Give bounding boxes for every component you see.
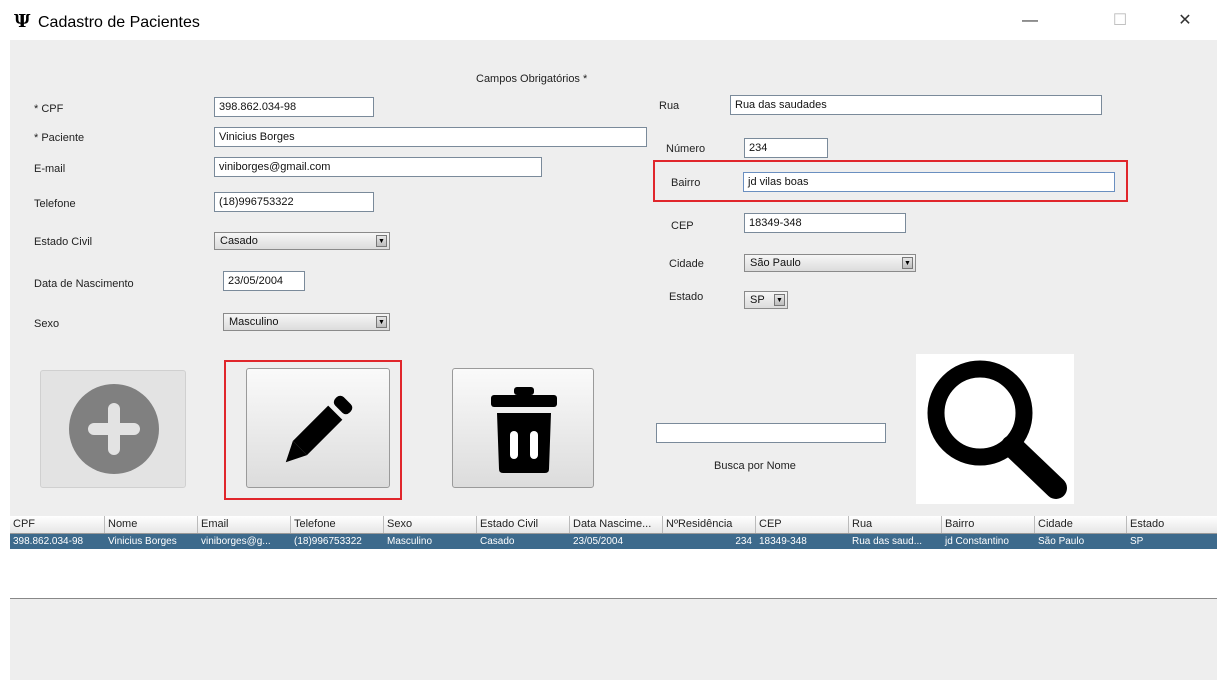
table-cell: 18349-348 <box>759 536 807 547</box>
table-cell: 398.862.034-98 <box>13 536 84 547</box>
table-cell: Casado <box>480 536 515 547</box>
column-header[interactable]: CPF <box>10 516 105 533</box>
rua-field[interactable]: Rua das saudades <box>730 95 1102 115</box>
estado-civil-label: Estado Civil <box>34 236 93 248</box>
column-header[interactable]: NºResidência <box>663 516 756 533</box>
column-header[interactable]: Bairro <box>942 516 1035 533</box>
table-cell: SP <box>1130 536 1144 547</box>
search-input[interactable] <box>656 423 886 443</box>
estado-value: SP <box>750 294 765 306</box>
cidade-value: São Paulo <box>750 257 801 269</box>
telefone-label: Telefone <box>34 198 76 210</box>
table-header: CPF Nome Email Telefone Sexo Estado Civi… <box>10 516 1217 534</box>
cpf-field[interactable]: 398.862.034-98 <box>214 97 374 117</box>
psi-app-icon: Ψ <box>14 11 31 32</box>
table-cell: São Paulo <box>1038 536 1085 547</box>
edit-button[interactable] <box>246 368 390 488</box>
add-button[interactable] <box>40 370 186 488</box>
nascimento-field[interactable]: 23/05/2004 <box>223 271 305 291</box>
column-header[interactable]: Data Nascime... <box>570 516 663 533</box>
search-button[interactable] <box>916 354 1074 504</box>
column-header[interactable]: CEP <box>756 516 849 533</box>
cep-label: CEP <box>671 220 694 232</box>
paciente-field[interactable]: Vinicius Borges <box>214 127 647 147</box>
column-header[interactable]: Estado Civil <box>477 516 570 533</box>
sexo-label: Sexo <box>34 318 60 330</box>
patients-table: CPF Nome Email Telefone Sexo Estado Civi… <box>10 516 1217 599</box>
column-header[interactable]: Nome <box>105 516 198 533</box>
form-panel: Campos Obrigatórios * * CPF 398.862.034-… <box>10 40 1217 680</box>
nascimento-label: Data de Nascimento <box>34 278 134 290</box>
sexo-select[interactable]: Masculino ▼ <box>223 313 390 331</box>
email-field[interactable]: viniborges@gmail.com <box>214 157 542 177</box>
column-header[interactable]: Email <box>198 516 291 533</box>
email-label: E-mail <box>34 163 66 175</box>
table-cell: (18)996753322 <box>294 536 362 547</box>
close-button[interactable]: ✕ <box>1165 8 1205 34</box>
telefone-field[interactable]: (18)996753322 <box>214 192 374 212</box>
bairro-field[interactable]: jd vilas boas <box>743 172 1115 192</box>
column-header[interactable]: Estado <box>1127 516 1217 533</box>
title-bar: Ψ Cadastro de Pacientes — ☐ ✕ <box>0 0 1217 40</box>
column-header[interactable]: Telefone <box>291 516 384 533</box>
numero-label: Número <box>666 143 706 155</box>
window-title: Cadastro de Pacientes <box>38 14 200 31</box>
table-cell: viniborges@g... <box>201 536 271 547</box>
estado-select[interactable]: SP ▼ <box>744 291 788 309</box>
sexo-value: Masculino <box>229 316 279 328</box>
bairro-label: Bairro <box>671 177 701 189</box>
column-header[interactable]: Rua <box>849 516 942 533</box>
rua-label: Rua <box>659 100 680 112</box>
search-label: Busca por Nome <box>714 460 796 472</box>
maximize-button[interactable]: ☐ <box>1100 8 1140 34</box>
pencil-icon <box>285 395 353 463</box>
paciente-label: * Paciente <box>34 132 85 144</box>
table-cell: 23/05/2004 <box>573 536 624 547</box>
magnifier-icon <box>927 360 1067 499</box>
chevron-down-icon: ▼ <box>376 235 387 247</box>
table-cell: Vinicius Borges <box>108 536 177 547</box>
chevron-down-icon: ▼ <box>774 294 785 306</box>
cep-field[interactable]: 18349-348 <box>744 213 906 233</box>
table-row[interactable]: 398.862.034-98 Vinicius Borges viniborge… <box>10 534 1217 549</box>
numero-field[interactable]: 234 <box>744 138 828 158</box>
table-cell: 234 <box>735 536 752 547</box>
estado-label: Estado <box>669 291 704 303</box>
trash-icon <box>491 387 557 473</box>
estado-civil-select[interactable]: Casado ▼ <box>214 232 390 250</box>
cidade-select[interactable]: São Paulo ▼ <box>744 254 916 272</box>
table-cell: jd Constantino <box>945 536 1009 547</box>
delete-button[interactable] <box>452 368 594 488</box>
estado-civil-value: Casado <box>220 235 258 247</box>
cpf-label: * CPF <box>34 103 64 115</box>
table-cell: Masculino <box>387 536 433 547</box>
plus-circle-icon <box>69 384 159 474</box>
chevron-down-icon: ▼ <box>376 316 387 328</box>
required-fields-note: Campos Obrigatórios * <box>476 73 588 85</box>
chevron-down-icon: ▼ <box>902 257 913 269</box>
column-header[interactable]: Sexo <box>384 516 477 533</box>
table-cell: Rua das saud... <box>852 536 923 547</box>
column-header[interactable]: Cidade <box>1035 516 1127 533</box>
minimize-button[interactable]: — <box>1010 8 1050 34</box>
cidade-label: Cidade <box>669 258 704 270</box>
